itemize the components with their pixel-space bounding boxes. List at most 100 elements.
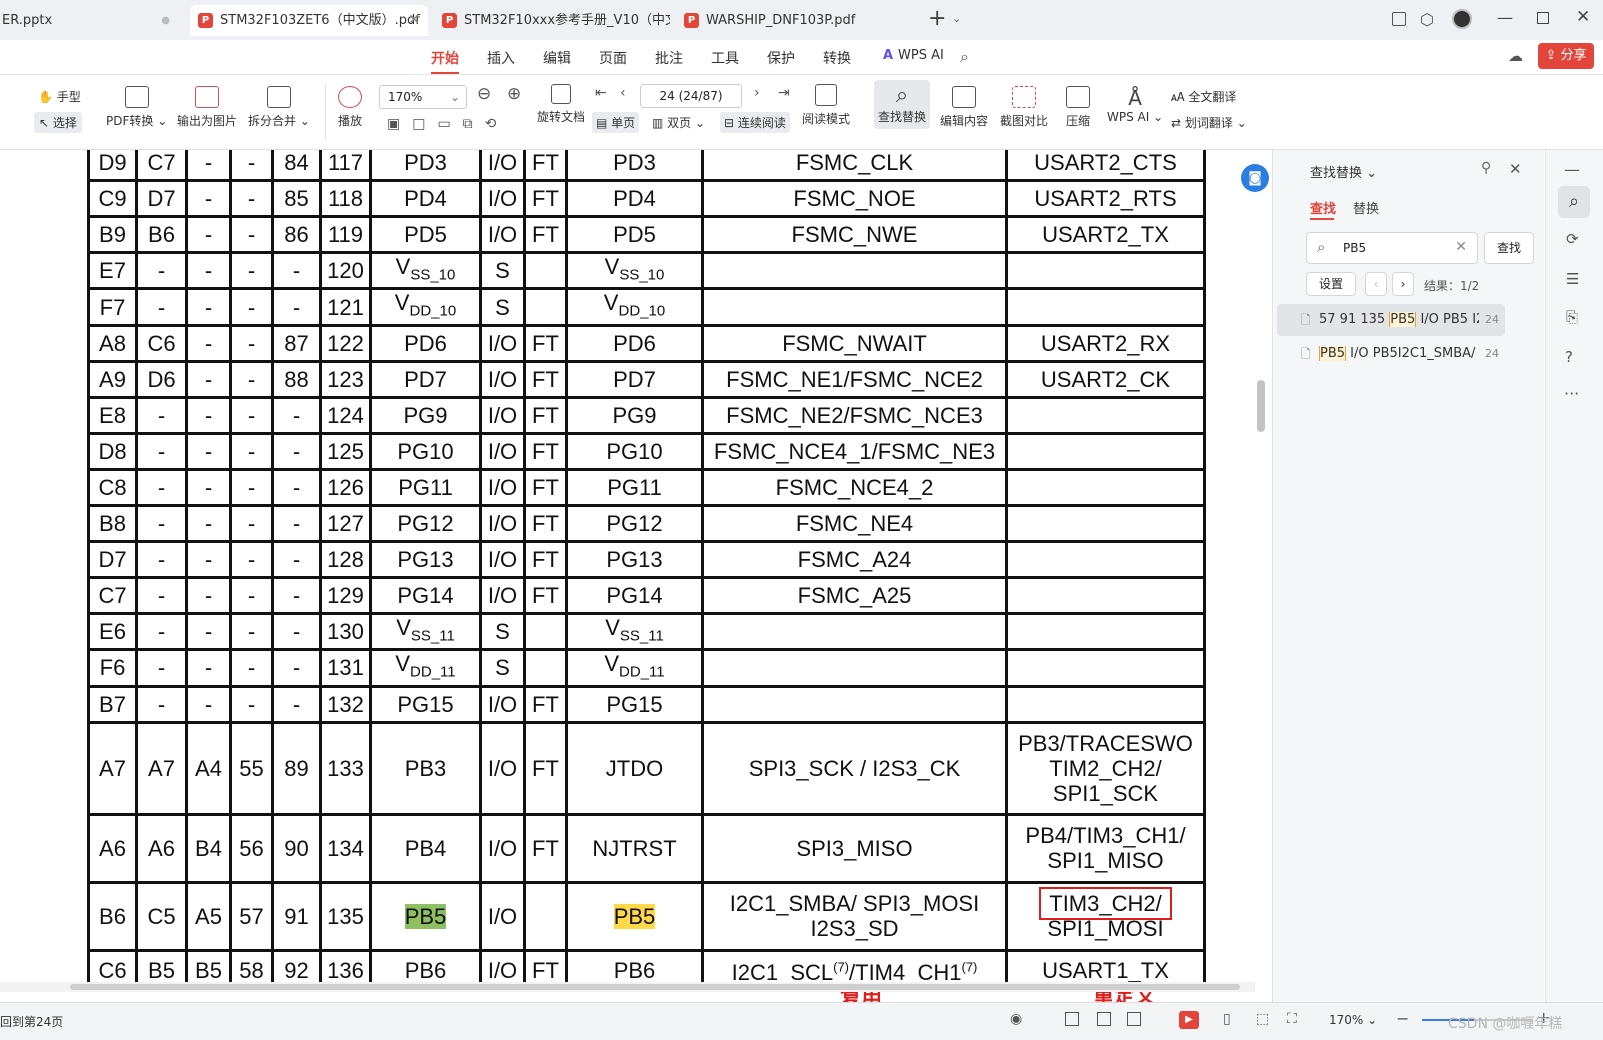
- share-icon: ⇪: [1545, 48, 1557, 63]
- zoom-out-icon[interactable]: ⊖: [477, 84, 491, 104]
- rotate-document-button[interactable]: 旋转文档: [537, 84, 585, 125]
- cell-pin-bga100: -: [135, 503, 188, 543]
- compress-button[interactable]: 压缩: [1066, 86, 1090, 129]
- fit-page-icon[interactable]: ▯: [1223, 1011, 1231, 1027]
- more-icon[interactable]: ···: [1564, 384, 1579, 403]
- bookmark-icon[interactable]: ⎘: [1566, 308, 1578, 326]
- find-replace-button[interactable]: ⌕ 查找替换: [874, 80, 931, 129]
- cube-icon[interactable]: ⬡: [1420, 10, 1434, 29]
- double-view-icon[interactable]: [1127, 1012, 1141, 1026]
- menu-start[interactable]: 开始: [431, 48, 459, 74]
- menu-wps-ai[interactable]: WPS AI: [898, 48, 944, 63]
- collapse-icon[interactable]: —: [1564, 160, 1580, 179]
- scroll-view-icon[interactable]: [1097, 1012, 1111, 1026]
- zoom-select[interactable]: 170% ⌄: [379, 85, 467, 109]
- result-item-2[interactable]: 🗋 PB5 I/O PB5I2C1_SMBA/ 24: [1277, 338, 1505, 370]
- close-window-icon[interactable]: ✕: [1576, 7, 1590, 27]
- view-mode-icons[interactable]: ▣□▭⧉⟲: [387, 116, 508, 132]
- eye-icon[interactable]: ◉: [1010, 1011, 1022, 1027]
- zoom-out-icon[interactable]: −: [1396, 1009, 1409, 1028]
- full-translate-button[interactable]: 🗚 全文翻译: [1171, 88, 1236, 105]
- first-page-icon[interactable]: ⇤: [595, 85, 607, 101]
- single-page-view-icon[interactable]: [1065, 1012, 1079, 1026]
- close-tab-icon[interactable]: ✕: [408, 5, 420, 36]
- cell-default-alt-function: FSMC_NOE: [701, 179, 1008, 218]
- pin-icon[interactable]: ⚲: [1481, 160, 1491, 176]
- menu-annotate[interactable]: 批注: [655, 48, 683, 68]
- prev-result-button[interactable]: ‹: [1365, 272, 1387, 296]
- play-icon[interactable]: ▶: [1179, 1011, 1199, 1029]
- pdf-convert-button[interactable]: PDF转换 ⌄: [106, 86, 167, 129]
- new-tab-button[interactable]: +: [928, 6, 946, 31]
- menu-insert[interactable]: 插入: [487, 48, 515, 68]
- close-panel-icon[interactable]: ✕: [1509, 160, 1522, 178]
- menu-tools[interactable]: 工具: [711, 48, 739, 68]
- prev-page-icon[interactable]: ‹: [620, 85, 626, 101]
- single-page-toggle[interactable]: ▤ 单页: [592, 112, 640, 133]
- fullscreen-icon[interactable]: ⛶: [1287, 1011, 1297, 1027]
- tab-pptx[interactable]: ER.pptx ●: [0, 5, 180, 36]
- play-button[interactable]: 播放: [338, 86, 362, 129]
- next-result-button[interactable]: ›: [1392, 272, 1414, 296]
- avatar[interactable]: [1452, 9, 1472, 29]
- settings-button[interactable]: 设置: [1306, 272, 1356, 296]
- tab-replace[interactable]: 替换: [1353, 198, 1379, 217]
- edit-content-button[interactable]: 编辑内容: [940, 86, 988, 129]
- wps-ai-button[interactable]: Å WPS AI ⌄: [1107, 86, 1163, 124]
- search-button[interactable]: 查找: [1484, 232, 1534, 264]
- tab-reference-manual[interactable]: P STM32F10xxx参考手册_V10（中文版: [434, 5, 670, 36]
- export-image-button[interactable]: 输出为图片: [177, 86, 237, 129]
- menu-protect[interactable]: 保护: [767, 48, 795, 68]
- tab-warship[interactable]: P WARSHIP_DNF103P.pdf: [676, 5, 916, 36]
- restore-icon[interactable]: [1537, 12, 1549, 24]
- word-translate-button[interactable]: ⇄ 划词翻译 ⌄: [1171, 114, 1247, 131]
- window-layout-icon[interactable]: [1392, 12, 1406, 26]
- last-page-icon[interactable]: ⇥: [778, 85, 790, 101]
- tab-stm32f103zet6[interactable]: P STM32F103ZET6（中文版）.pdf ✕: [190, 5, 428, 36]
- cell-text: I/O: [487, 510, 518, 536]
- select-tool[interactable]: ↖ 选择: [34, 112, 82, 133]
- cell-remap-function: PB4/TIM3_CH1/SPI1_MISO: [1005, 812, 1206, 884]
- sync-icon[interactable]: ⟳: [1566, 230, 1579, 248]
- vertical-scrollbar[interactable]: [1257, 380, 1265, 432]
- search-icon: ⌕: [895, 83, 909, 108]
- cell-io-level: FT: [523, 150, 568, 182]
- search-icon[interactable]: ⌕: [960, 47, 969, 67]
- result-item-1[interactable]: 🗋 57 91 135 PB5 I/O PB5 I2 24: [1277, 304, 1505, 336]
- document-view[interactable]: D9 C7 - - 84 117 PD3 I/O FT PD3 FSMC_CLK USART2_CTS…: [0, 150, 1255, 1002]
- chevron-down-icon[interactable]: ⌄: [952, 12, 961, 25]
- panel-title[interactable]: 查找替换 ⌄: [1310, 162, 1377, 181]
- sliders-icon[interactable]: ☰: [1566, 270, 1579, 288]
- search-field[interactable]: ⌕ PB5 ✕: [1306, 232, 1478, 264]
- minimize-icon[interactable]: —: [1497, 8, 1513, 27]
- reading-mode-button[interactable]: 阅读模式: [802, 84, 850, 127]
- split-merge-button[interactable]: 拆分合并 ⌄: [248, 86, 310, 129]
- hand-tool[interactable]: ✋ 手型: [38, 88, 81, 105]
- menu-convert[interactable]: 转换: [823, 48, 851, 68]
- cell-text: E7: [99, 258, 126, 284]
- continuous-reading-toggle[interactable]: ⊟ 连续阅读: [720, 112, 790, 133]
- clear-search-icon[interactable]: ✕: [1455, 239, 1467, 255]
- cell-text: A6: [99, 835, 126, 861]
- ai-assistant-float-button[interactable]: ◙: [1241, 164, 1269, 192]
- horizontal-scrollbar[interactable]: [0, 982, 1255, 992]
- cell-pin-lqfp144: 122: [319, 323, 372, 363]
- cloud-sync-icon[interactable]: ☁: [1508, 47, 1523, 65]
- fit-width-icon[interactable]: ⬚: [1256, 1011, 1269, 1027]
- zoom-level[interactable]: 170% ⌄: [1329, 1013, 1377, 1027]
- label: WPS AI: [1107, 110, 1150, 124]
- cell-text: -: [247, 366, 256, 392]
- horizontal-scroll-thumb[interactable]: [70, 984, 1240, 990]
- next-page-icon[interactable]: ›: [754, 85, 760, 101]
- help-icon[interactable]: ?: [1565, 348, 1573, 366]
- share-button[interactable]: ⇪ 分享: [1538, 43, 1594, 69]
- page-input[interactable]: 24 (24/87): [640, 84, 742, 108]
- zoom-in-icon[interactable]: ⊕: [507, 84, 521, 104]
- screenshot-compare-button[interactable]: 截图对比: [1000, 86, 1048, 129]
- search-icon[interactable]: ⌕: [1558, 186, 1590, 218]
- tab-find[interactable]: 查找: [1310, 198, 1336, 217]
- menu-page[interactable]: 页面: [599, 48, 627, 68]
- double-page-toggle[interactable]: ▥ 双页 ⌄: [652, 114, 705, 131]
- menu-edit[interactable]: 编辑: [543, 48, 571, 68]
- back-to-page-link[interactable]: 回到第24页: [0, 1013, 63, 1030]
